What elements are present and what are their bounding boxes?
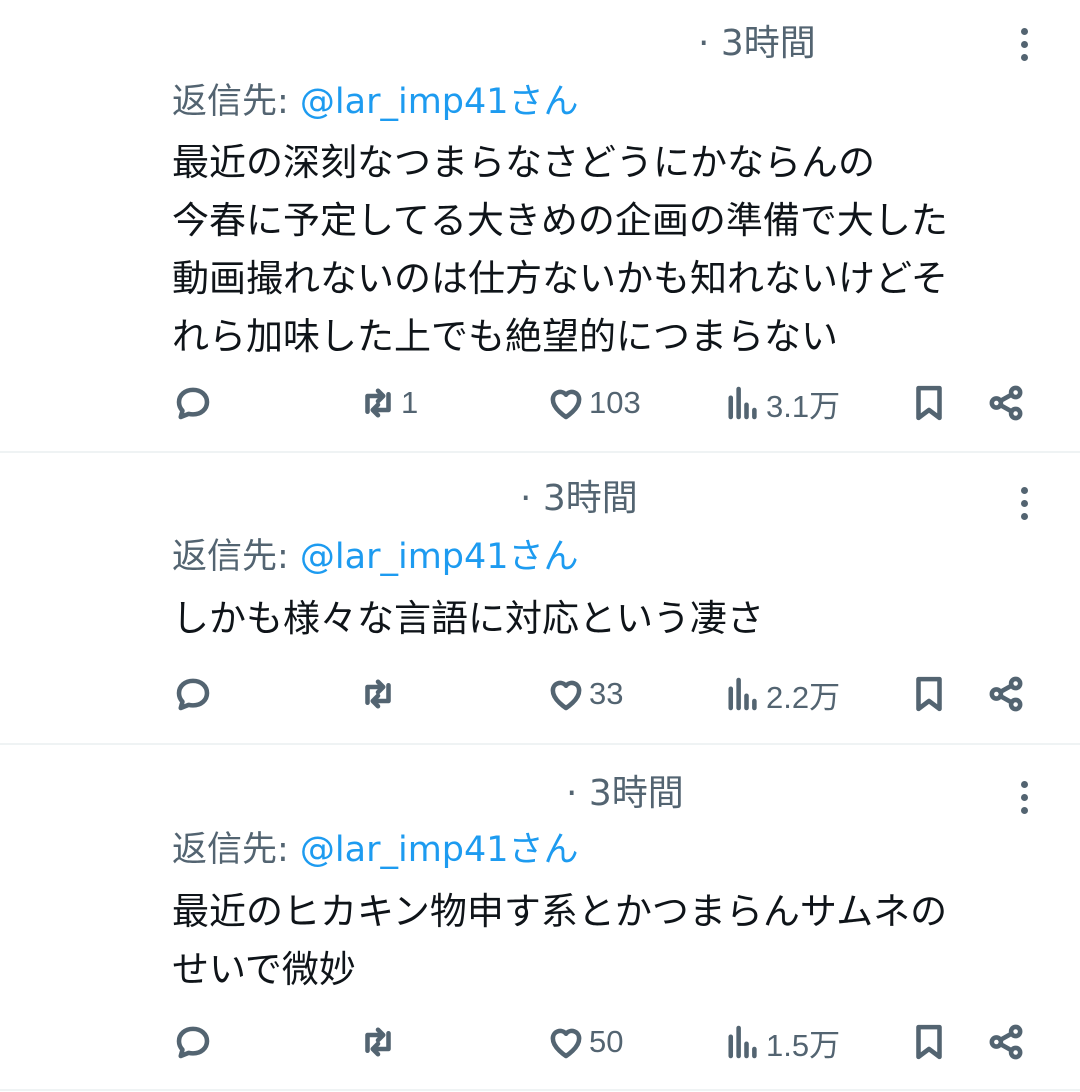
tweet-text: 最近のヒカキン物申す系とかつまらんサムネの せいで微妙: [172, 890, 948, 991]
share-button[interactable]: [985, 669, 1027, 719]
reply-prefix: 返信先:: [172, 537, 300, 577]
reply-button[interactable]: [172, 378, 214, 428]
reply-handle-link[interactable]: @lar_imp41さん: [300, 82, 579, 122]
reply-to-line: 返信先: @lar_imp41さん: [172, 828, 579, 872]
bookmark-button[interactable]: [908, 669, 950, 719]
tweet-divider: [0, 1089, 1080, 1091]
retweet-count: 1: [401, 385, 419, 420]
tweet[interactable]: · 3時間 返信先: @lar_imp41さん 最近のヒカキン物申す系とかつまら…: [0, 745, 1080, 1090]
share-icon: [989, 676, 1023, 712]
views-icon: [728, 386, 757, 420]
reply-icon: [176, 387, 210, 420]
heart-icon: [550, 389, 582, 420]
tweet-actions: 33 2.2万: [0, 669, 1080, 719]
bookmark-icon: [916, 676, 942, 712]
tweet-timestamp[interactable]: · 3時間: [566, 772, 684, 816]
tweet-actions: 1 103 3.1万: [0, 378, 1080, 428]
reply-button[interactable]: [172, 669, 214, 719]
views-icon: [728, 1025, 757, 1059]
heart-icon: [550, 1028, 582, 1059]
tweet[interactable]: · 3時間 返信先: @lar_imp41さん しかも様々な言語に対応という凄さ…: [0, 453, 1080, 743]
reply-handle-link[interactable]: @lar_imp41さん: [300, 537, 579, 577]
views-count: 3.1万: [766, 388, 841, 424]
reply-to-line: 返信先: @lar_imp41さん: [172, 535, 579, 579]
more-options-icon[interactable]: [1012, 781, 1036, 821]
bookmark-icon: [916, 1024, 942, 1060]
reply-handle-link[interactable]: @lar_imp41さん: [300, 830, 579, 870]
views-icon: [728, 677, 757, 711]
views-button[interactable]: 2.2万: [722, 669, 840, 719]
share-icon: [989, 1024, 1023, 1060]
retweet-icon: [365, 1027, 391, 1057]
like-button[interactable]: 50: [545, 1017, 623, 1067]
more-options-icon[interactable]: [1012, 28, 1036, 68]
views-count: 2.2万: [766, 679, 841, 715]
tweet-actions: 50 1.5万: [0, 1017, 1080, 1067]
tweet-timestamp[interactable]: · 3時間: [520, 477, 638, 521]
reply-icon: [176, 1026, 210, 1059]
tweet-text: しかも様々な言語に対応という凄さ: [172, 597, 764, 640]
heart-icon: [550, 680, 582, 711]
bookmark-button[interactable]: [908, 1017, 950, 1067]
reply-to-line: 返信先: @lar_imp41さん: [172, 80, 579, 124]
reply-prefix: 返信先:: [172, 830, 300, 870]
like-count: 33: [589, 676, 624, 711]
retweet-icon: [365, 679, 391, 709]
more-options-icon[interactable]: [1012, 487, 1036, 527]
like-count: 50: [589, 1024, 624, 1059]
reply-icon: [176, 678, 210, 711]
retweet-icon: [365, 388, 391, 418]
retweet-button[interactable]: [357, 669, 401, 719]
views-button[interactable]: 3.1万: [722, 378, 840, 428]
tweet-text: 最近の深刻なつまらなさどうにかならんの 今春に予定してる大きめの企画の準備で大し…: [172, 141, 948, 358]
bookmark-icon: [916, 385, 942, 421]
retweet-button[interactable]: [357, 1017, 401, 1067]
share-button[interactable]: [985, 1017, 1027, 1067]
tweet[interactable]: · 3時間 返信先: @lar_imp41さん 最近の深刻なつまらなさどうにかな…: [0, 0, 1080, 450]
bookmark-button[interactable]: [908, 378, 950, 428]
tweet-timestamp[interactable]: · 3時間: [698, 22, 816, 66]
views-button[interactable]: 1.5万: [722, 1017, 840, 1067]
share-button[interactable]: [985, 378, 1027, 428]
retweet-button[interactable]: 1: [357, 378, 418, 428]
share-icon: [989, 385, 1023, 421]
views-count: 1.5万: [766, 1027, 841, 1063]
reply-button[interactable]: [172, 1017, 214, 1067]
like-button[interactable]: 103: [545, 378, 641, 428]
like-button[interactable]: 33: [545, 669, 623, 719]
like-count: 103: [589, 385, 641, 420]
reply-prefix: 返信先:: [172, 82, 300, 122]
